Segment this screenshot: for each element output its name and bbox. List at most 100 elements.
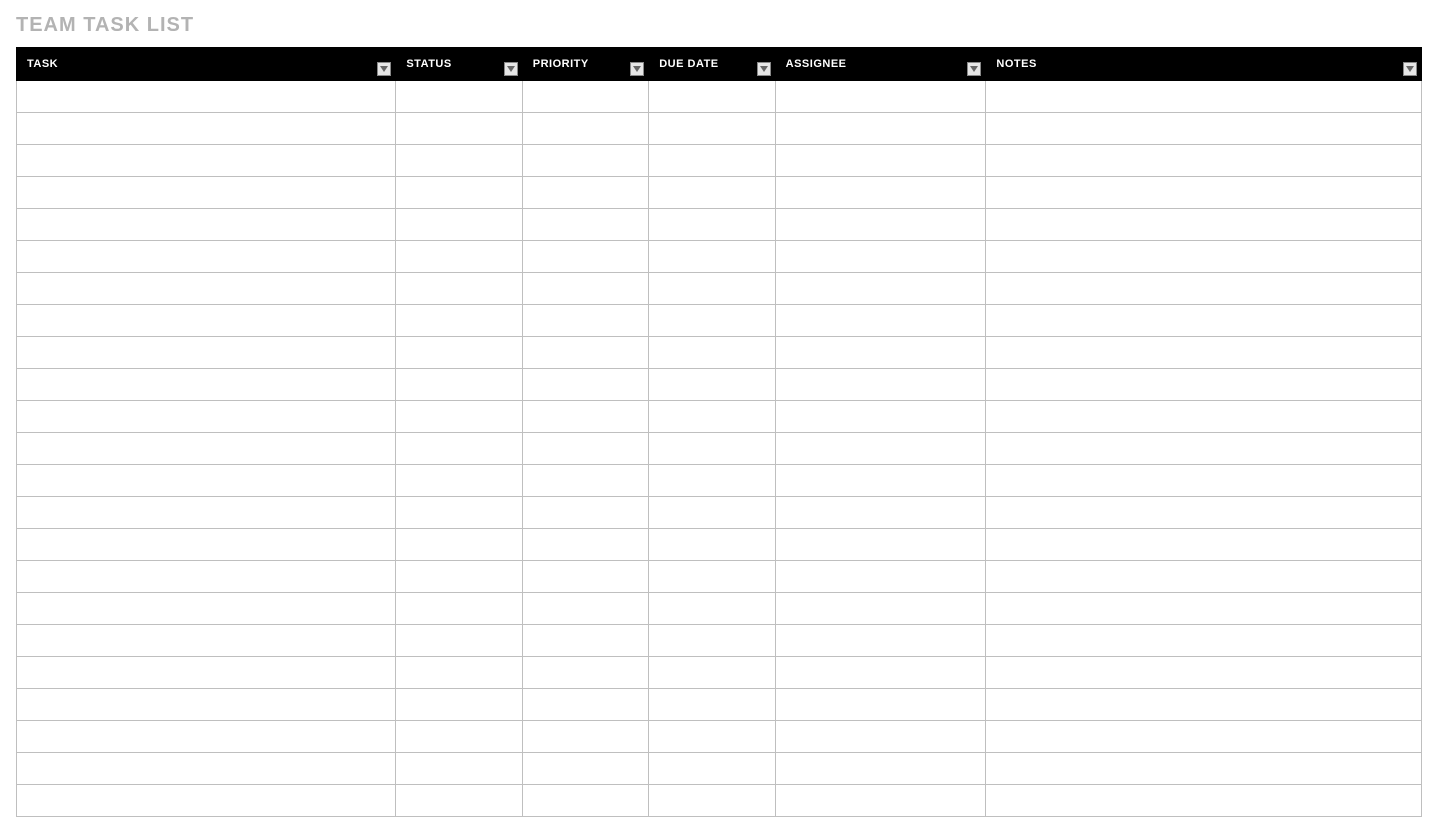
cell-assignee[interactable] bbox=[775, 721, 986, 753]
cell-due_date[interactable] bbox=[649, 177, 775, 209]
cell-assignee[interactable] bbox=[775, 657, 986, 689]
cell-task[interactable] bbox=[17, 657, 396, 689]
cell-notes[interactable] bbox=[986, 593, 1422, 625]
cell-status[interactable] bbox=[396, 753, 522, 785]
cell-due_date[interactable] bbox=[649, 657, 775, 689]
cell-assignee[interactable] bbox=[775, 145, 986, 177]
cell-notes[interactable] bbox=[986, 113, 1422, 145]
cell-notes[interactable] bbox=[986, 369, 1422, 401]
cell-priority[interactable] bbox=[522, 369, 648, 401]
filter-dropdown-icon[interactable] bbox=[630, 62, 644, 76]
cell-task[interactable] bbox=[17, 401, 396, 433]
cell-priority[interactable] bbox=[522, 305, 648, 337]
cell-priority[interactable] bbox=[522, 241, 648, 273]
cell-notes[interactable] bbox=[986, 625, 1422, 657]
cell-notes[interactable] bbox=[986, 465, 1422, 497]
cell-status[interactable] bbox=[396, 241, 522, 273]
cell-priority[interactable] bbox=[522, 113, 648, 145]
cell-notes[interactable] bbox=[986, 785, 1422, 817]
cell-notes[interactable] bbox=[986, 689, 1422, 721]
cell-status[interactable] bbox=[396, 657, 522, 689]
cell-task[interactable] bbox=[17, 625, 396, 657]
cell-status[interactable] bbox=[396, 337, 522, 369]
cell-priority[interactable] bbox=[522, 81, 648, 113]
cell-notes[interactable] bbox=[986, 561, 1422, 593]
cell-notes[interactable] bbox=[986, 241, 1422, 273]
cell-task[interactable] bbox=[17, 337, 396, 369]
cell-task[interactable] bbox=[17, 721, 396, 753]
cell-notes[interactable] bbox=[986, 145, 1422, 177]
cell-assignee[interactable] bbox=[775, 177, 986, 209]
cell-due_date[interactable] bbox=[649, 497, 775, 529]
cell-status[interactable] bbox=[396, 273, 522, 305]
cell-task[interactable] bbox=[17, 561, 396, 593]
cell-due_date[interactable] bbox=[649, 273, 775, 305]
filter-dropdown-icon[interactable] bbox=[504, 62, 518, 76]
cell-task[interactable] bbox=[17, 113, 396, 145]
cell-status[interactable] bbox=[396, 209, 522, 241]
cell-assignee[interactable] bbox=[775, 401, 986, 433]
cell-due_date[interactable] bbox=[649, 785, 775, 817]
cell-due_date[interactable] bbox=[649, 433, 775, 465]
cell-notes[interactable] bbox=[986, 209, 1422, 241]
cell-status[interactable] bbox=[396, 465, 522, 497]
cell-assignee[interactable] bbox=[775, 81, 986, 113]
cell-notes[interactable] bbox=[986, 753, 1422, 785]
cell-status[interactable] bbox=[396, 529, 522, 561]
cell-task[interactable] bbox=[17, 753, 396, 785]
cell-task[interactable] bbox=[17, 465, 396, 497]
cell-notes[interactable] bbox=[986, 657, 1422, 689]
cell-priority[interactable] bbox=[522, 209, 648, 241]
cell-status[interactable] bbox=[396, 305, 522, 337]
filter-dropdown-icon[interactable] bbox=[377, 62, 391, 76]
cell-due_date[interactable] bbox=[649, 689, 775, 721]
cell-priority[interactable] bbox=[522, 785, 648, 817]
cell-priority[interactable] bbox=[522, 593, 648, 625]
cell-task[interactable] bbox=[17, 273, 396, 305]
cell-notes[interactable] bbox=[986, 273, 1422, 305]
cell-task[interactable] bbox=[17, 593, 396, 625]
cell-status[interactable] bbox=[396, 721, 522, 753]
cell-due_date[interactable] bbox=[649, 81, 775, 113]
cell-status[interactable] bbox=[396, 369, 522, 401]
cell-status[interactable] bbox=[396, 689, 522, 721]
cell-notes[interactable] bbox=[986, 177, 1422, 209]
cell-due_date[interactable] bbox=[649, 753, 775, 785]
cell-due_date[interactable] bbox=[649, 209, 775, 241]
cell-due_date[interactable] bbox=[649, 625, 775, 657]
cell-status[interactable] bbox=[396, 433, 522, 465]
cell-task[interactable] bbox=[17, 689, 396, 721]
cell-assignee[interactable] bbox=[775, 529, 986, 561]
cell-priority[interactable] bbox=[522, 465, 648, 497]
cell-task[interactable] bbox=[17, 785, 396, 817]
filter-dropdown-icon[interactable] bbox=[967, 62, 981, 76]
cell-priority[interactable] bbox=[522, 177, 648, 209]
cell-assignee[interactable] bbox=[775, 497, 986, 529]
cell-due_date[interactable] bbox=[649, 465, 775, 497]
cell-due_date[interactable] bbox=[649, 369, 775, 401]
cell-status[interactable] bbox=[396, 401, 522, 433]
cell-task[interactable] bbox=[17, 529, 396, 561]
cell-priority[interactable] bbox=[522, 753, 648, 785]
cell-priority[interactable] bbox=[522, 433, 648, 465]
cell-notes[interactable] bbox=[986, 337, 1422, 369]
cell-assignee[interactable] bbox=[775, 305, 986, 337]
cell-status[interactable] bbox=[396, 81, 522, 113]
cell-due_date[interactable] bbox=[649, 241, 775, 273]
cell-assignee[interactable] bbox=[775, 689, 986, 721]
cell-assignee[interactable] bbox=[775, 561, 986, 593]
cell-task[interactable] bbox=[17, 177, 396, 209]
cell-assignee[interactable] bbox=[775, 465, 986, 497]
cell-assignee[interactable] bbox=[775, 273, 986, 305]
cell-notes[interactable] bbox=[986, 497, 1422, 529]
cell-status[interactable] bbox=[396, 177, 522, 209]
cell-due_date[interactable] bbox=[649, 561, 775, 593]
cell-due_date[interactable] bbox=[649, 721, 775, 753]
cell-due_date[interactable] bbox=[649, 529, 775, 561]
cell-task[interactable] bbox=[17, 369, 396, 401]
cell-notes[interactable] bbox=[986, 401, 1422, 433]
cell-assignee[interactable] bbox=[775, 337, 986, 369]
cell-task[interactable] bbox=[17, 145, 396, 177]
cell-priority[interactable] bbox=[522, 689, 648, 721]
cell-task[interactable] bbox=[17, 433, 396, 465]
